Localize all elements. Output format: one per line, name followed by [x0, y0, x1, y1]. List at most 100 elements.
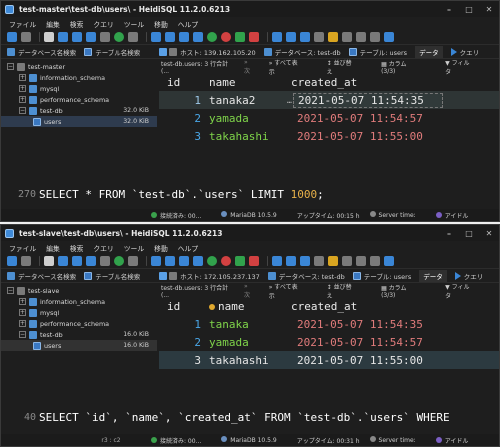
cancel-edit-icon[interactable] — [249, 32, 259, 42]
column-header-created-at[interactable]: created_at — [287, 76, 437, 89]
find-icon[interactable] — [100, 32, 110, 42]
column-header-created-at[interactable]: created_at — [287, 300, 437, 313]
cell-id[interactable]: 3 — [159, 354, 205, 367]
tab-host[interactable]: ホスト: 172.105.237.137 — [169, 271, 260, 281]
help-icon[interactable] — [370, 256, 380, 266]
menu-search[interactable]: 検索 — [70, 243, 84, 253]
table-row[interactable]: 3 takahashi 2021-05-07 11:55:00 — [159, 127, 499, 145]
cell-id[interactable]: 2 — [159, 336, 205, 349]
sql-log[interactable]: 40 SELECT `id`, `name`, `created_at` FRO… — [1, 406, 499, 428]
tree-node-users[interactable]: users 32.0 KiB — [1, 116, 157, 127]
maximize-button[interactable]: □ — [459, 229, 479, 238]
donate-icon[interactable] — [384, 32, 394, 42]
tab-data[interactable]: データ — [159, 269, 447, 282]
user-manager-icon[interactable] — [128, 32, 138, 42]
tab-table[interactable]: テーブル: users — [348, 47, 407, 57]
tab-host[interactable]: ホスト: 139.162.105.20 — [169, 47, 256, 57]
delete-row-icon[interactable] — [221, 256, 231, 266]
tree-node-test-db[interactable]: − test-db 16.0 KiB — [1, 329, 157, 340]
menu-go[interactable]: 移動 — [154, 243, 168, 253]
maximize-button[interactable]: □ — [459, 5, 479, 14]
disconnect-icon[interactable] — [21, 256, 31, 266]
redo-icon[interactable] — [86, 32, 96, 42]
tree-node-server[interactable]: − test-master — [1, 61, 157, 72]
database-filter[interactable]: データベース名検索 — [7, 47, 76, 57]
paste-icon[interactable] — [58, 32, 68, 42]
expand-icon[interactable]: + — [19, 85, 26, 92]
expand-icon[interactable]: + — [19, 96, 26, 103]
insert-row-icon[interactable] — [207, 32, 217, 42]
user-manager-icon[interactable] — [128, 256, 138, 266]
undo-icon[interactable] — [72, 32, 82, 42]
cell-created-at[interactable]: 2021-05-07 11:54:35 — [293, 318, 443, 331]
column-header-name[interactable]: name — [205, 76, 287, 89]
prev-record-icon[interactable] — [165, 256, 175, 266]
session-manager-icon[interactable] — [7, 32, 17, 42]
collapse-icon[interactable]: − — [19, 107, 26, 114]
delete-row-icon[interactable] — [221, 32, 231, 42]
post-row-icon[interactable] — [235, 32, 245, 42]
sort-button[interactable]: ↕ 並び替え — [327, 58, 367, 76]
tab-database[interactable]: データベース: test-db — [267, 271, 345, 281]
menu-search[interactable]: 検索 — [70, 19, 84, 29]
collapse-icon[interactable]: − — [7, 287, 14, 294]
last-record-icon[interactable] — [193, 32, 203, 42]
tree-node-users[interactable]: users 16.0 KiB — [1, 340, 157, 351]
cell-name[interactable]: tanaka2 — [205, 94, 287, 107]
paste-icon[interactable] — [58, 256, 68, 266]
cell-created-at[interactable]: 2021-05-07 11:54:57 — [293, 336, 443, 349]
load-sql-icon[interactable] — [342, 32, 352, 42]
menu-tools[interactable]: ツール — [124, 19, 144, 29]
find-icon[interactable] — [100, 256, 110, 266]
donate-icon[interactable] — [384, 256, 394, 266]
refresh-icon[interactable] — [114, 32, 124, 42]
last-record-icon[interactable] — [193, 256, 203, 266]
menu-edit[interactable]: 編集 — [46, 19, 60, 29]
database-filter[interactable]: データベース名検索 — [7, 271, 76, 281]
close-button[interactable]: ✕ — [479, 229, 499, 238]
table-row[interactable]: 2 yamada 2021-05-07 11:54:57 — [159, 333, 499, 351]
menu-help[interactable]: ヘルプ — [178, 243, 198, 253]
expand-icon[interactable]: + — [19, 298, 26, 305]
cell-id[interactable]: 1 — [159, 318, 205, 331]
tree-node-mysql[interactable]: + mysql — [1, 83, 157, 94]
next-button[interactable]: » 次 — [244, 283, 255, 299]
columns-button[interactable]: ▦ カラム (3/3) — [381, 283, 431, 299]
format-sql-icon[interactable] — [328, 32, 338, 42]
minimize-button[interactable]: – — [439, 5, 459, 14]
sql-log[interactable]: 270 SELECT * FROM `test-db`.`users` LIMI… — [1, 183, 499, 205]
cell-name[interactable]: takahashi — [205, 354, 287, 367]
menu-go[interactable]: 移動 — [154, 19, 168, 29]
first-record-icon[interactable] — [151, 32, 161, 42]
session-manager-icon[interactable] — [7, 256, 17, 266]
expand-icon[interactable]: + — [19, 309, 26, 316]
run-line-icon[interactable] — [300, 256, 310, 266]
columns-button[interactable]: ▦ カラム (3/3) — [381, 59, 431, 75]
menu-file[interactable]: ファイル — [9, 19, 36, 29]
help-icon[interactable] — [370, 32, 380, 42]
redo-icon[interactable] — [86, 256, 96, 266]
menu-query[interactable]: クエリ — [93, 243, 113, 253]
menu-query[interactable]: クエリ — [93, 19, 113, 29]
next-record-icon[interactable] — [179, 256, 189, 266]
show-all-button[interactable]: » すべて表示 — [269, 58, 313, 76]
menu-help[interactable]: ヘルプ — [178, 19, 198, 29]
format-sql-icon[interactable] — [328, 256, 338, 266]
load-sql-icon[interactable] — [342, 256, 352, 266]
table-row[interactable]: 1 tanaka 2021-05-07 11:54:35 — [159, 315, 499, 333]
prev-record-icon[interactable] — [165, 32, 175, 42]
save-sql-icon[interactable] — [356, 256, 366, 266]
column-header-name[interactable]: name — [205, 300, 287, 313]
cancel-edit-icon[interactable] — [249, 256, 259, 266]
expand-icon[interactable]: + — [19, 320, 26, 327]
cell-name[interactable]: tanaka — [205, 318, 287, 331]
cell-id[interactable]: 2 — [159, 112, 205, 125]
run-query-icon[interactable] — [272, 256, 282, 266]
tree-node-test-db[interactable]: − test-db 32.0 KiB — [1, 105, 157, 116]
tree-node-performance-schema[interactable]: + performance_schema — [1, 94, 157, 105]
run-selection-icon[interactable] — [286, 32, 296, 42]
cell-created-at[interactable]: 2021-05-07 11:55:00 — [293, 354, 443, 367]
undo-icon[interactable] — [72, 256, 82, 266]
cell-created-at[interactable]: 2021-05-07 11:54:35 — [293, 92, 443, 108]
collapse-icon[interactable]: − — [7, 63, 14, 70]
